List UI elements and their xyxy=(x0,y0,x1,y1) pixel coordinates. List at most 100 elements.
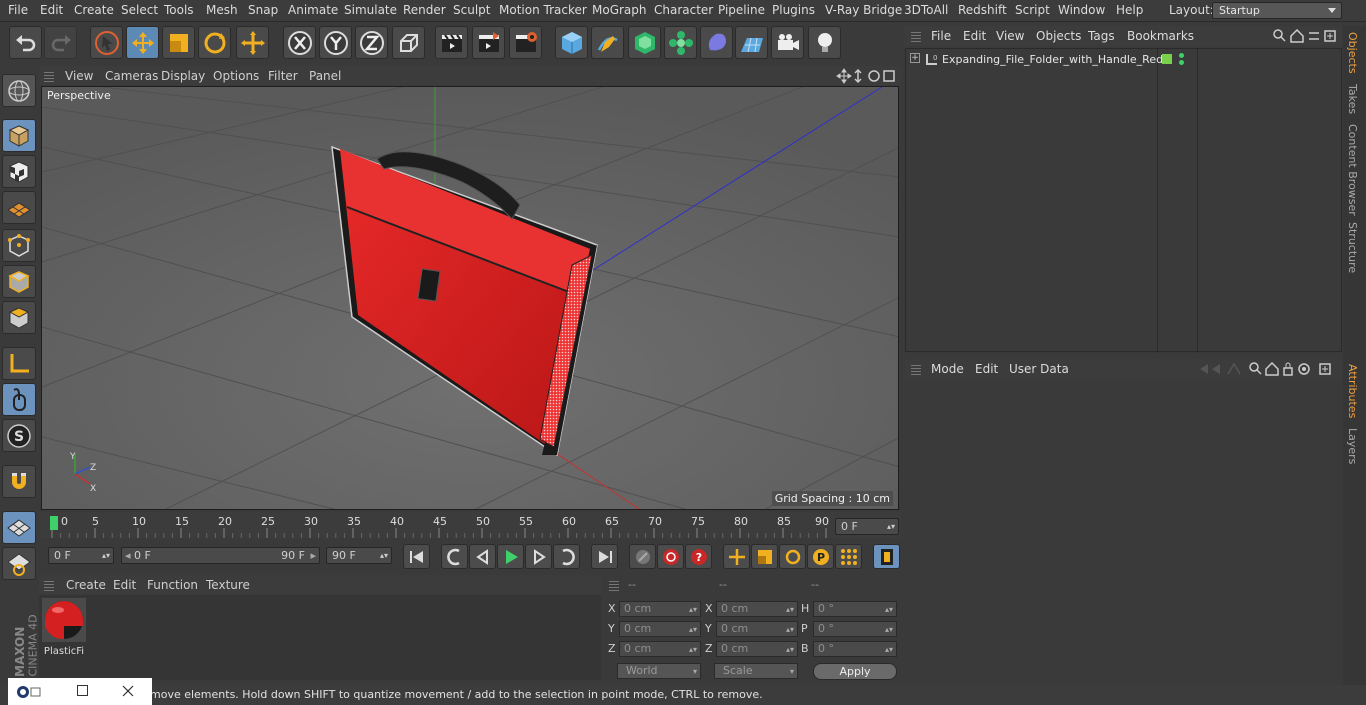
timeline-ruler[interactable]: 0 5 10 15 20 25 30 35 40 45 50 55 60 65 … xyxy=(39,512,901,538)
size-y-field[interactable]: 0 cm ▴▾ xyxy=(716,621,798,637)
previous-frame-button[interactable] xyxy=(469,544,496,569)
menu-mesh[interactable]: Mesh xyxy=(206,3,238,17)
key-position-button[interactable] xyxy=(723,544,750,569)
menu-mograph[interactable]: MoGraph xyxy=(592,3,647,17)
start-frame-field[interactable]: 0 F ▴▾ xyxy=(48,547,114,564)
viewport-menu-options[interactable]: Options xyxy=(213,69,259,83)
menu-redshift[interactable]: Redshift xyxy=(958,3,1007,17)
cinema4d-app-icon[interactable] xyxy=(16,685,42,699)
size-x-field[interactable]: 0 cm ▴▾ xyxy=(716,601,798,617)
menu-animate[interactable]: Animate xyxy=(288,3,338,17)
menu-render[interactable]: Render xyxy=(403,3,446,17)
apply-button[interactable]: Apply xyxy=(813,663,897,680)
pos-z-field[interactable]: 0 cm ▴▾ xyxy=(619,641,701,657)
viewport-menu-filter[interactable]: Filter xyxy=(268,69,298,83)
tab-attributes[interactable]: Attributes xyxy=(1346,364,1359,418)
autokey-button[interactable]: ? xyxy=(685,544,712,569)
pos-x-field[interactable]: 0 cm ▴▾ xyxy=(619,601,701,617)
coordinate-system-button[interactable] xyxy=(392,26,425,59)
objects-menu-objects[interactable]: Objects xyxy=(1036,29,1081,43)
rot-h-field[interactable]: 0 ° ▴▾ xyxy=(813,601,897,617)
material-swatch[interactable]: PlasticFi xyxy=(42,598,86,657)
objects-menu-tags[interactable]: Tags xyxy=(1088,29,1115,43)
editor-visibility-dot[interactable] xyxy=(1179,53,1184,58)
lock-x-axis-button[interactable] xyxy=(283,26,316,59)
object-row[interactable]: + 0 Expanding_File_Folder_with_Handle_Re… xyxy=(906,52,1343,70)
render-settings-button[interactable] xyxy=(509,26,542,59)
viewport-menu-cameras[interactable]: Cameras xyxy=(105,69,158,83)
rotate-tool-button[interactable] xyxy=(198,26,231,59)
menu-create[interactable]: Create xyxy=(74,3,114,17)
camera-button[interactable] xyxy=(771,26,804,59)
key-rotation-button[interactable] xyxy=(779,544,806,569)
lock-y-axis-button[interactable] xyxy=(319,26,352,59)
menu-vray-bridge[interactable]: V-Ray Bridge xyxy=(825,3,902,17)
play-button[interactable] xyxy=(497,544,524,569)
menu-plugins[interactable]: Plugins xyxy=(772,3,815,17)
tab-takes[interactable]: Takes xyxy=(1346,84,1359,114)
perspective-viewport[interactable]: Y Z X Perspective Grid Spacing : 10 cm xyxy=(41,86,899,510)
timeline-window-button[interactable] xyxy=(873,544,900,569)
menu-help[interactable]: Help xyxy=(1116,3,1143,17)
objects-menu-edit[interactable]: Edit xyxy=(963,29,986,43)
tab-objects[interactable]: Objects xyxy=(1346,32,1359,74)
frame-range-slider[interactable]: ◂ 0 F 90 F ▸ xyxy=(121,547,320,564)
tweak-mode-button[interactable] xyxy=(2,383,36,416)
live-selection-button[interactable] xyxy=(90,26,123,59)
menu-snap[interactable]: Snap xyxy=(248,3,278,17)
edges-mode-button[interactable] xyxy=(2,265,36,298)
attribute-manager-tools[interactable] xyxy=(1198,362,1340,376)
move-tool-button[interactable] xyxy=(126,26,159,59)
menu-file[interactable]: File xyxy=(8,3,28,17)
playhead[interactable] xyxy=(50,516,58,530)
pos-y-field[interactable]: 0 cm ▴▾ xyxy=(619,621,701,637)
menu-sculpt[interactable]: Sculpt xyxy=(453,3,490,17)
layer-color-swatch[interactable] xyxy=(1162,54,1172,64)
coordinate-space-select[interactable]: World ▾ xyxy=(617,663,701,679)
key-parameter-button[interactable]: P xyxy=(807,544,834,569)
viewport-menu-display[interactable]: Display xyxy=(161,69,205,83)
size-mode-select[interactable]: Scale ▾ xyxy=(714,663,798,679)
expand-plus-icon[interactable]: + xyxy=(910,53,920,63)
pen-spline-button[interactable] xyxy=(591,26,624,59)
polygons-mode-button[interactable] xyxy=(2,301,36,334)
rot-p-field[interactable]: 0 ° ▴▾ xyxy=(813,621,897,637)
menu-edit[interactable]: Edit xyxy=(40,3,63,17)
close-icon[interactable] xyxy=(122,685,134,697)
record-button[interactable] xyxy=(657,544,684,569)
key-scale-button[interactable] xyxy=(751,544,778,569)
snap-button[interactable] xyxy=(2,465,36,498)
model-mode-button[interactable] xyxy=(2,119,36,152)
maximize-icon[interactable] xyxy=(77,685,88,696)
menu-window[interactable]: Window xyxy=(1058,3,1105,17)
current-frame-field[interactable]: 0 F ▴▾ xyxy=(835,518,899,535)
previous-key-button[interactable] xyxy=(441,544,468,569)
deformer-button[interactable] xyxy=(700,26,733,59)
next-key-button[interactable] xyxy=(553,544,580,569)
menu-script[interactable]: Script xyxy=(1015,3,1050,17)
subdivision-surface-button[interactable] xyxy=(628,26,661,59)
tab-structure[interactable]: Structure xyxy=(1346,222,1359,273)
redo-button[interactable] xyxy=(44,26,77,59)
texture-mode-button[interactable] xyxy=(2,155,36,188)
viewport-menu-panel[interactable]: Panel xyxy=(309,69,341,83)
attributes-menu-mode[interactable]: Mode xyxy=(931,362,964,376)
objects-menu-file[interactable]: File xyxy=(931,29,951,43)
menu-tools[interactable]: Tools xyxy=(164,3,194,17)
make-editable-button[interactable] xyxy=(2,74,36,107)
solo-button[interactable]: S xyxy=(2,419,36,452)
material-menu-texture[interactable]: Texture xyxy=(206,578,250,592)
cube-primitive-button[interactable] xyxy=(555,26,588,59)
key-pla-button[interactable] xyxy=(835,544,862,569)
motion-record-button[interactable] xyxy=(629,544,656,569)
go-to-start-button[interactable] xyxy=(403,544,430,569)
menu-character[interactable]: Character xyxy=(654,3,713,17)
render-visibility-dot[interactable] xyxy=(1179,60,1184,65)
cloner-button[interactable] xyxy=(664,26,697,59)
axis-mode-button[interactable] xyxy=(2,347,36,380)
rot-b-field[interactable]: 0 ° ▴▾ xyxy=(813,641,897,657)
light-button[interactable] xyxy=(808,26,841,59)
lock-z-axis-button[interactable] xyxy=(355,26,388,59)
quantize-button[interactable] xyxy=(2,547,36,580)
viewport-menu-view[interactable]: View xyxy=(65,69,93,83)
